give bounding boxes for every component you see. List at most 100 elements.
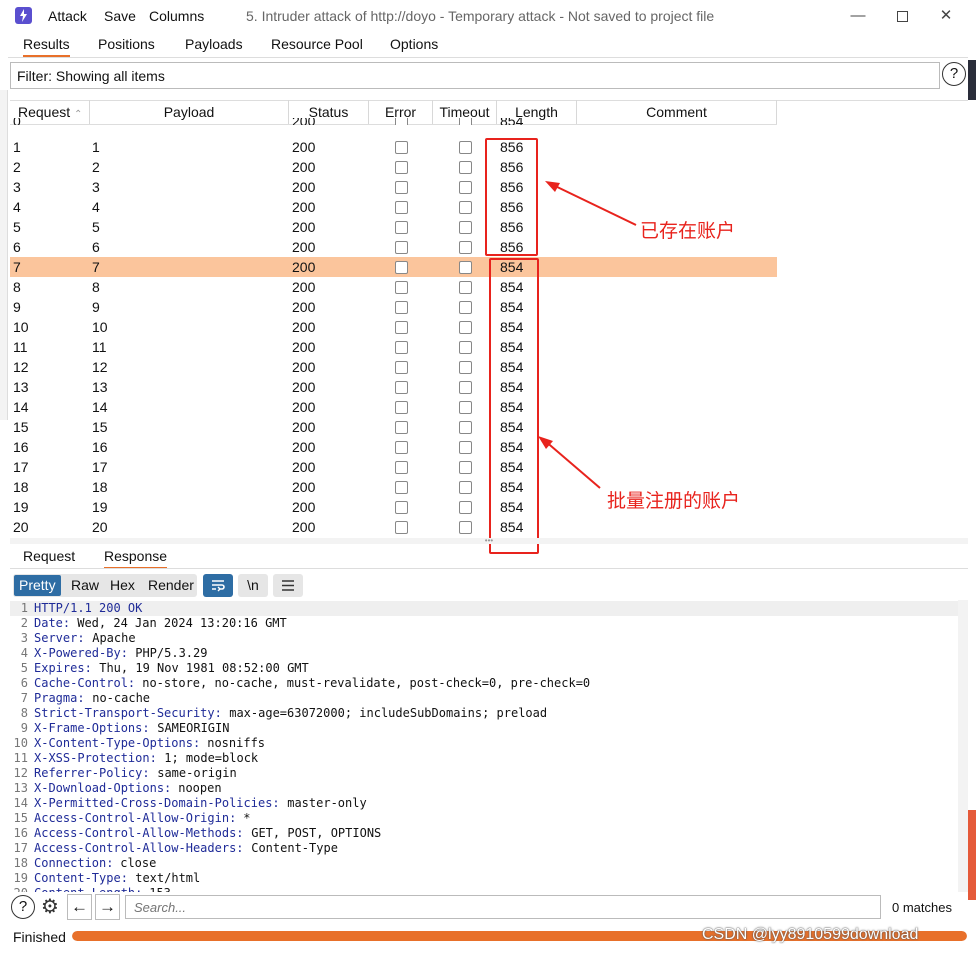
help-icon[interactable]: ? bbox=[11, 895, 35, 919]
status-text: Finished bbox=[13, 929, 66, 945]
response-line: 17 Access-Control-Allow-Headers: Content-… bbox=[10, 841, 968, 856]
response-line: 1 HTTP/1.1 200 OK bbox=[10, 601, 968, 616]
response-line: 9 X-Frame-Options: SAMEORIGIN bbox=[10, 721, 968, 736]
view-render-button[interactable]: Render bbox=[143, 575, 199, 596]
header-value: SAMEORIGIN bbox=[150, 721, 230, 735]
response-line: 10 X-Content-Type-Options: nosniffs bbox=[10, 736, 968, 751]
response-line: 4 X-Powered-By: PHP/5.3.29 bbox=[10, 646, 968, 661]
response-tab-divider bbox=[10, 568, 968, 569]
header-name: Access-Control-Allow-Origin: bbox=[34, 811, 237, 825]
header-value: GET, POST, OPTIONS bbox=[244, 826, 382, 840]
response-line: 3 Server: Apache bbox=[10, 631, 968, 646]
line-number: 6 bbox=[20, 676, 28, 690]
response-line: 8 Strict-Transport-Security: max-age=6307… bbox=[10, 706, 968, 721]
header-value: nosniffs bbox=[200, 736, 266, 750]
header-name: X-Permitted-Cross-Domain-Policies: bbox=[34, 796, 280, 810]
header-name: Content-Length: bbox=[34, 886, 142, 892]
response-line: 11 X-XSS-Protection: 1; mode=block bbox=[10, 751, 968, 766]
header-value: no-store, no-cache, must-revalidate, pos… bbox=[135, 676, 591, 690]
line-number: 16 bbox=[13, 826, 28, 840]
header-value: Content-Type bbox=[244, 841, 338, 855]
header-name: Date: bbox=[34, 616, 71, 630]
header-value: close bbox=[113, 856, 157, 870]
header-name: Server: bbox=[34, 631, 85, 645]
line-number: 5 bbox=[20, 661, 28, 675]
background-page-strip bbox=[0, 944, 976, 956]
header-value: * bbox=[236, 811, 251, 825]
header-value: noopen bbox=[171, 781, 222, 795]
response-line: 7 Pragma: no-cache bbox=[10, 691, 968, 706]
header-name: Expires: bbox=[34, 661, 92, 675]
watermark: CSDN @lyy8910599download bbox=[702, 926, 919, 943]
header-name: X-Download-Options: bbox=[34, 781, 172, 795]
header-name: Cache-Control: bbox=[34, 676, 136, 690]
next-arrow-icon[interactable]: → bbox=[95, 894, 120, 920]
line-number: 9 bbox=[20, 721, 28, 735]
line-number: 7 bbox=[20, 691, 28, 705]
show-newlines-icon[interactable]: \n bbox=[238, 574, 268, 597]
view-raw-button[interactable]: Raw bbox=[66, 575, 104, 596]
response-line: 18 Connection: close bbox=[10, 856, 968, 871]
annotation-batch-accounts: 批量注册的账户 bbox=[607, 491, 741, 512]
line-number: 3 bbox=[20, 631, 28, 645]
header-value: Apache bbox=[85, 631, 136, 645]
line-number: 1 bbox=[20, 601, 28, 615]
tab-request[interactable]: Request bbox=[23, 548, 75, 564]
line-number: 14 bbox=[13, 796, 28, 810]
line-number: 19 bbox=[13, 871, 28, 885]
header-value: no-cache bbox=[85, 691, 151, 705]
header-name: Connection: bbox=[34, 856, 114, 870]
line-number: 11 bbox=[13, 751, 28, 765]
header-name: Referrer-Policy: bbox=[34, 766, 150, 780]
response-line: 20 Content-Length: 153 bbox=[10, 886, 968, 892]
line-number: 10 bbox=[13, 736, 28, 750]
header-name: Content-Type: bbox=[34, 871, 128, 885]
response-line: 5 Expires: Thu, 19 Nov 1981 08:52:00 GMT bbox=[10, 661, 968, 676]
header-value: 153 bbox=[142, 886, 171, 892]
header-name: Access-Control-Allow-Headers: bbox=[34, 841, 244, 855]
line-number: 18 bbox=[13, 856, 28, 870]
response-line: 15 Access-Control-Allow-Origin: * bbox=[10, 811, 968, 826]
header-name: Pragma: bbox=[34, 691, 85, 705]
response-line: 2 Date: Wed, 24 Jan 2024 13:20:16 GMT bbox=[10, 616, 968, 631]
line-number: 15 bbox=[13, 811, 28, 825]
header-name: HTTP/1.1 200 OK bbox=[34, 601, 143, 615]
line-number: 2 bbox=[20, 616, 28, 630]
line-number: 8 bbox=[20, 706, 28, 720]
response-line: 12 Referrer-Policy: same-origin bbox=[10, 766, 968, 781]
view-hex-button[interactable]: Hex bbox=[105, 575, 140, 596]
header-value: Thu, 19 Nov 1981 08:52:00 GMT bbox=[92, 661, 309, 675]
response-line: 13 X-Download-Options: noopen bbox=[10, 781, 968, 796]
response-line: 14 X-Permitted-Cross-Domain-Policies: mas… bbox=[10, 796, 968, 811]
header-value: max-age=63072000; includeSubDomains; pre… bbox=[222, 706, 548, 720]
header-name: X-Content-Type-Options: bbox=[34, 736, 201, 750]
response-editor[interactable]: 1 HTTP/1.1 200 OK 2 Date: Wed, 24 Jan 2024 … bbox=[10, 600, 968, 892]
annotation-existing-accounts: 已存在账户 bbox=[640, 221, 736, 242]
previous-arrow-icon[interactable]: ← bbox=[67, 894, 92, 920]
line-number: 12 bbox=[13, 766, 28, 780]
header-value: Wed, 24 Jan 2024 13:20:16 GMT bbox=[70, 616, 287, 630]
menu-lines-icon[interactable] bbox=[273, 574, 303, 597]
header-value: same-origin bbox=[150, 766, 237, 780]
header-value: text/html bbox=[128, 871, 201, 885]
header-value: PHP/5.3.29 bbox=[128, 646, 208, 660]
view-pretty-button[interactable]: Pretty bbox=[14, 575, 61, 596]
settings-gear-icon[interactable]: ⚙ bbox=[38, 895, 62, 919]
tab-response[interactable]: Response bbox=[104, 548, 168, 569]
search-input[interactable] bbox=[125, 895, 881, 919]
editor-scrollbar[interactable] bbox=[958, 600, 968, 892]
wrap-lines-icon[interactable] bbox=[203, 574, 233, 597]
header-name: Strict-Transport-Security: bbox=[34, 706, 222, 720]
search-match-count: 0 matches bbox=[892, 900, 952, 915]
header-name: X-XSS-Protection: bbox=[34, 751, 157, 765]
line-number: 20 bbox=[12, 886, 28, 892]
response-line: 6 Cache-Control: no-store, no-cache, must… bbox=[10, 676, 968, 691]
header-name: X-Frame-Options: bbox=[34, 721, 150, 735]
line-number: 17 bbox=[13, 841, 28, 855]
header-value: 1; mode=block bbox=[157, 751, 259, 765]
header-value: master-only bbox=[280, 796, 367, 810]
response-line: 19 Content-Type: text/html bbox=[10, 871, 968, 886]
splitter-handle[interactable]: ••• bbox=[10, 537, 968, 545]
response-line: 16 Access-Control-Allow-Methods: GET, POS… bbox=[10, 826, 968, 841]
header-name: Access-Control-Allow-Methods: bbox=[34, 826, 244, 840]
